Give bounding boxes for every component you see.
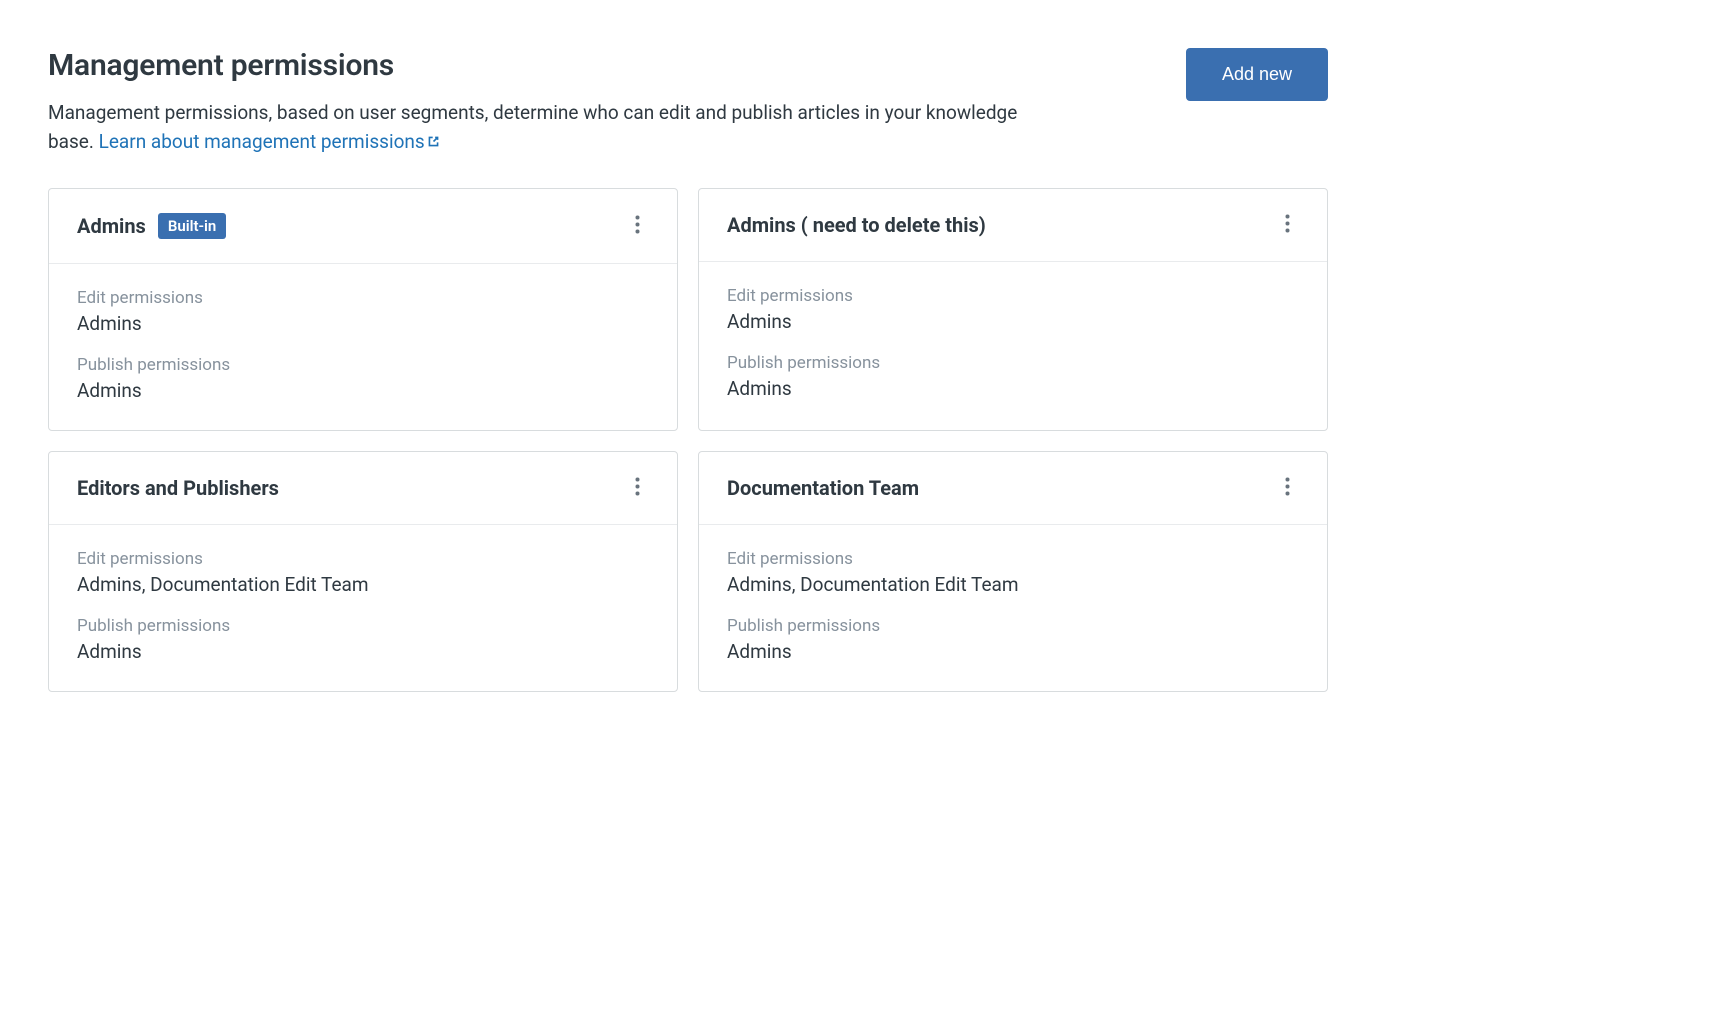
card-actions-menu-button[interactable] xyxy=(1275,213,1299,237)
publish-permissions-value: Admins xyxy=(77,640,649,663)
publish-permissions-label: Publish permissions xyxy=(77,355,649,375)
page-description: Management permissions, based on user se… xyxy=(48,99,1048,156)
card-title-wrap: Documentation Team xyxy=(727,476,919,500)
publish-permissions-block: Publish permissions Admins xyxy=(77,616,649,663)
edit-permissions-block: Edit permissions Admins xyxy=(727,286,1299,333)
card-header: Admins Built-in xyxy=(49,189,677,264)
kebab-icon xyxy=(1285,477,1290,499)
card-body: Edit permissions Admins, Documentation Ed… xyxy=(699,525,1327,691)
publish-permissions-label: Publish permissions xyxy=(727,353,1299,373)
edit-permissions-label: Edit permissions xyxy=(77,549,649,569)
publish-permissions-value: Admins xyxy=(727,640,1299,663)
card-title-wrap: Admins Built-in xyxy=(77,213,226,239)
card-actions-menu-button[interactable] xyxy=(1275,476,1299,500)
kebab-icon xyxy=(1285,214,1290,236)
edit-permissions-value: Admins, Documentation Edit Team xyxy=(727,573,1299,596)
card-actions-menu-button[interactable] xyxy=(625,476,649,500)
card-header: Documentation Team xyxy=(699,452,1327,525)
card-header: Admins ( need to delete this) xyxy=(699,189,1327,262)
edit-permissions-block: Edit permissions Admins, Documentation Ed… xyxy=(727,549,1299,596)
card-title-wrap: Admins ( need to delete this) xyxy=(727,213,986,237)
permissions-grid: AdminsBuilt-inEdit permissionsAdminsPubl… xyxy=(48,188,1328,692)
card-header: Editors and Publishers xyxy=(49,452,677,525)
external-link-icon xyxy=(427,128,440,157)
kebab-icon xyxy=(635,215,640,237)
edit-permissions-value: Admins, Documentation Edit Team xyxy=(77,573,649,596)
learn-more-link[interactable]: Learn about management permissions xyxy=(99,130,440,153)
kebab-icon xyxy=(635,477,640,499)
card-title-wrap: Editors and Publishers xyxy=(77,476,279,500)
card-title: Documentation Team xyxy=(727,476,919,500)
publish-permissions-label: Publish permissions xyxy=(727,616,1299,636)
card-body: Edit permissionsAdminsPublish permission… xyxy=(49,264,677,430)
publish-permissions-value: Admins xyxy=(727,377,1299,400)
publish-permissions-block: Publish permissions Admins xyxy=(77,355,649,402)
add-new-button[interactable]: Add new xyxy=(1186,48,1328,101)
card-title: Admins ( need to delete this) xyxy=(727,213,986,237)
permission-card: Editors and Publishers Edit permissions Ad… xyxy=(48,451,678,692)
card-title: Admins xyxy=(77,214,146,238)
edit-permissions-label: Edit permissions xyxy=(727,549,1299,569)
edit-permissions-value: Admins xyxy=(77,312,649,335)
publish-permissions-block: Publish permissions Admins xyxy=(727,616,1299,663)
publish-permissions-label: Publish permissions xyxy=(77,616,649,636)
edit-permissions-label: Edit permissions xyxy=(727,286,1299,306)
permission-card: Admins ( need to delete this) Edit permis… xyxy=(698,188,1328,431)
edit-permissions-value: Admins xyxy=(727,310,1299,333)
edit-permissions-block: Edit permissions Admins xyxy=(77,288,649,335)
card-actions-menu-button[interactable] xyxy=(625,214,649,238)
edit-permissions-block: Edit permissions Admins, Documentation Ed… xyxy=(77,549,649,596)
learn-more-link-text: Learn about management permissions xyxy=(99,130,425,153)
page-title: Management permissions xyxy=(48,48,1068,83)
publish-permissions-block: Publish permissions Admins xyxy=(727,353,1299,400)
edit-permissions-label: Edit permissions xyxy=(77,288,649,308)
card-body: Edit permissions Admins, Documentation Ed… xyxy=(49,525,677,691)
card-title: Editors and Publishers xyxy=(77,476,279,500)
publish-permissions-value: Admins xyxy=(77,379,649,402)
permission-card: Documentation Team Edit permissions Admins… xyxy=(698,451,1328,692)
builtin-badge: Built-in xyxy=(158,213,227,239)
card-body: Edit permissionsAdminsPublish permission… xyxy=(699,262,1327,428)
permission-card: AdminsBuilt-inEdit permissionsAdminsPubl… xyxy=(48,188,678,431)
